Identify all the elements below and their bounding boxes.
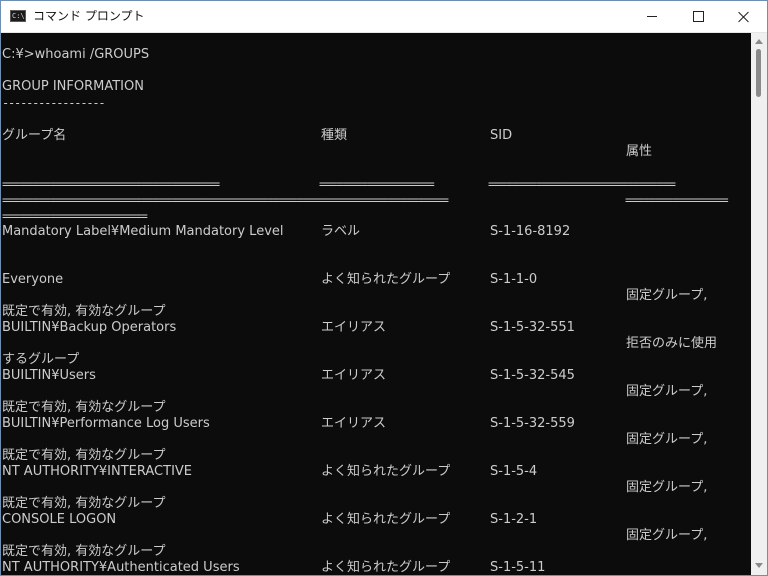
group-attributes: 固定グループ,: [626, 384, 708, 399]
separator-name: ====================================: [2, 178, 220, 190]
console-output[interactable]: C:¥>whoami /GROUPS GROUP INFORMATION ---…: [1, 33, 751, 575]
group-attributes: 固定グループ,: [626, 432, 708, 447]
minimize-button[interactable]: [629, 1, 675, 32]
group-name: BUILTIN¥Performance Log Users: [2, 416, 210, 431]
title-bar[interactable]: C:\ コマンド プロンプト: [1, 1, 767, 33]
scroll-up-arrow-icon[interactable]: [755, 39, 763, 44]
group-type: エイリアス: [321, 320, 387, 335]
group-name: Everyone: [2, 272, 64, 287]
group-type: よく知られたグループ: [321, 560, 451, 575]
group-attributes: 固定グループ,: [626, 480, 708, 495]
maximize-icon: [692, 11, 704, 22]
group-name: NT AUTHORITY¥Authenticated Users: [2, 560, 240, 575]
group-sid: S-1-5-32-559: [490, 416, 575, 431]
cmd-icon[interactable]: C:\: [10, 10, 26, 22]
group-name: NT AUTHORITY¥INTERACTIVE: [2, 464, 193, 479]
separator-tail: ========================: [2, 210, 148, 222]
group-name: BUILTIN¥Users: [2, 368, 96, 383]
separator-attributes: =================: [625, 194, 729, 206]
vertical-scrollbar[interactable]: [751, 33, 767, 575]
group-type: よく知られたグループ: [321, 512, 451, 527]
command-line: C:¥>whoami /GROUPS: [2, 47, 150, 62]
separator-wrap: ========================================…: [2, 194, 449, 206]
group-type: よく知られたグループ: [321, 464, 451, 479]
window-title: コマンド プロンプト: [33, 9, 145, 23]
section-underline: -----------------: [2, 97, 106, 109]
group-type: エイリアス: [321, 368, 387, 383]
group-type: ラベル: [321, 224, 361, 239]
group-sid: S-1-1-0: [490, 272, 538, 287]
group-name: Mandatory Label¥Medium Mandatory Level: [2, 224, 284, 239]
group-sid: S-1-5-11: [490, 560, 546, 575]
group-sid: S-1-5-32-551: [490, 320, 575, 335]
group-attributes: 拒否のみに使用: [626, 336, 718, 351]
scroll-down-arrow-icon[interactable]: [755, 563, 763, 568]
column-header-attributes: 属性: [626, 144, 653, 159]
minimize-icon: [647, 16, 657, 17]
group-attributes: 固定グループ,: [626, 528, 708, 543]
group-name: CONSOLE LOGON: [2, 512, 117, 527]
group-sid: S-1-16-8192: [490, 224, 571, 239]
maximize-button[interactable]: [675, 1, 721, 32]
column-header-sid: SID: [490, 128, 513, 143]
column-header-type: 種類: [321, 128, 348, 143]
group-type: エイリアス: [321, 416, 387, 431]
group-name: BUILTIN¥Backup Operators: [2, 320, 177, 335]
column-header-name: グループ名: [2, 128, 67, 143]
close-icon: [738, 11, 750, 23]
group-sid: S-1-5-32-545: [490, 368, 575, 383]
group-attributes: 固定グループ,: [626, 288, 708, 303]
section-title: GROUP INFORMATION: [2, 79, 144, 94]
separator-type: ===================: [319, 178, 435, 190]
command-prompt-window: C:\ コマンド プロンプト C:¥>whoami /GROUPS GROUP …: [0, 0, 768, 576]
separator-sid: ===============================: [488, 178, 676, 190]
group-sid: S-1-5-4: [490, 464, 538, 479]
cmd-icon-glyph: C:\: [12, 12, 25, 20]
group-sid: S-1-2-1: [490, 512, 538, 527]
scroll-thumb[interactable]: [756, 49, 761, 97]
close-button[interactable]: [721, 1, 767, 32]
group-type: よく知られたグループ: [321, 272, 451, 287]
